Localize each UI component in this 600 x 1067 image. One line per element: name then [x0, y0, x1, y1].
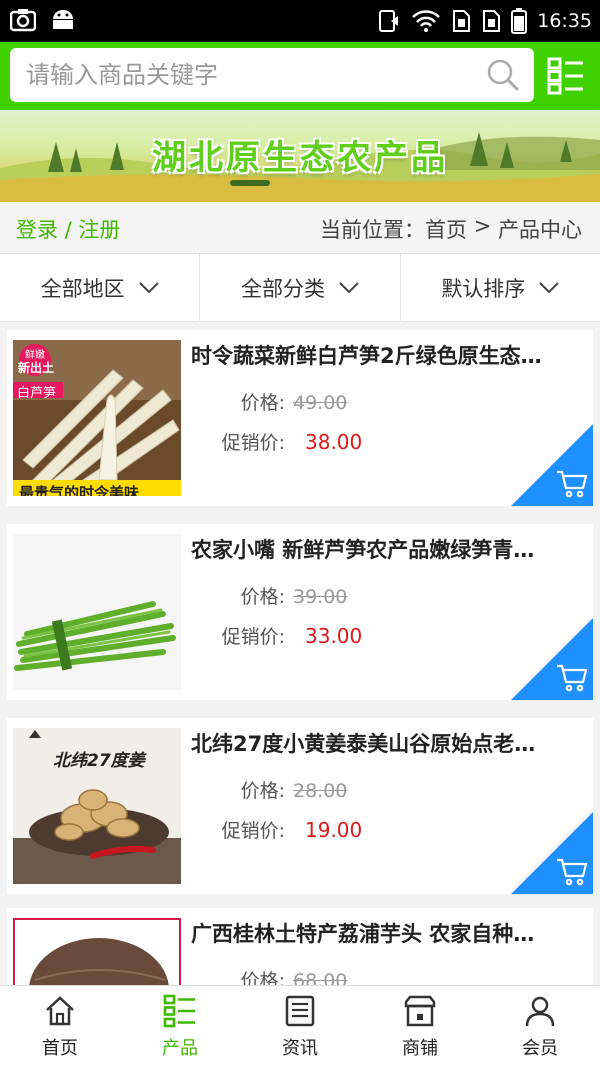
image-badge-bottom: 新出土 [18, 361, 55, 375]
promo-price: 38.00 [305, 430, 363, 454]
breadcrumb-current: 产品中心 [498, 218, 582, 242]
tab-home-label: 首页 [42, 1037, 78, 1059]
battery-icon [511, 8, 528, 34]
product-title[interactable]: 农家小嘴 新鲜芦笋农产品嫩绿笋青… [191, 534, 581, 564]
sim2-icon [483, 10, 501, 32]
price-label: 价格: [240, 586, 285, 608]
chevron-down-icon [138, 281, 159, 293]
filter-category-label: 全部分类 [240, 276, 325, 301]
search-header [0, 42, 600, 110]
breadcrumb-label: 当前位置： [320, 218, 426, 242]
original-price: 39.00 [293, 586, 348, 608]
tab-news[interactable]: 资讯 [240, 986, 360, 1067]
clock: 16:35 [537, 10, 592, 32]
filter-category[interactable]: 全部分类 [200, 254, 401, 321]
tab-home[interactable]: 首页 [0, 986, 120, 1067]
member-icon [525, 996, 555, 1026]
image-headline: 北纬27度姜 [53, 751, 145, 771]
breadcrumb: 当前位置： 首页 > 产品中心 [320, 214, 582, 244]
home-icon [46, 995, 74, 1025]
promo-price: 33.00 [305, 624, 363, 648]
filter-region-label: 全部地区 [40, 276, 125, 301]
banner[interactable]: 湖北原生态农产品 [0, 110, 600, 202]
phone-signal-icon [379, 10, 399, 32]
price-row: 价格: 39.00 [207, 582, 348, 609]
promo-label: 促销价: [221, 626, 285, 648]
promo-label: 促销价: [221, 432, 285, 454]
product-image-white-asparagus: 鲜嫩 新出土 白芦笋 最贵气的时令美味 [13, 340, 181, 496]
category-menu-icon[interactable] [546, 56, 586, 96]
news-icon [285, 995, 315, 1026]
filter-sort[interactable]: 默认排序 [401, 254, 600, 321]
location-bar: 登录 / 注册 当前位置： 首页 > 产品中心 [0, 202, 600, 254]
chevron-down-icon [339, 281, 359, 293]
search-input[interactable] [26, 48, 476, 102]
promo-price: 19.00 [305, 818, 363, 842]
original-price: 28.00 [293, 780, 348, 802]
tab-member-label: 会员 [522, 1037, 558, 1059]
login-register-link[interactable]: 登录 / 注册 [16, 214, 120, 244]
filter-bar: 全部地区 全部分类 默认排序 [0, 254, 600, 322]
status-bar: 16:35 [0, 0, 600, 42]
image-tag: 白芦笋 [17, 386, 57, 401]
product-title[interactable]: 北纬27度小黄姜泰美山谷原始点老… [191, 728, 581, 758]
price-row: 价格: 28.00 [207, 776, 348, 803]
filter-sort-label: 默认排序 [441, 276, 526, 301]
tab-shops-label: 商铺 [402, 1037, 438, 1059]
breadcrumb-separator: > [467, 214, 498, 238]
filter-region[interactable]: 全部地区 [0, 254, 201, 321]
chevron-down-icon [539, 281, 560, 293]
price-label: 价格: [240, 392, 285, 414]
search-box[interactable] [10, 48, 534, 102]
product-image-green-asparagus [13, 534, 181, 690]
original-price: 49.00 [293, 392, 348, 414]
product-card[interactable]: 鲜嫩 新出土 白芦笋 最贵气的时令美味 时令蔬菜新鲜白芦笋2斤绿色原生态… 价格… [7, 330, 593, 506]
image-caption: 最贵气的时令美味 [19, 484, 140, 496]
tab-products[interactable]: 产品 [120, 986, 240, 1067]
price-label: 价格: [240, 780, 285, 802]
screenshot-icon [10, 9, 36, 32]
product-list-icon [163, 994, 195, 1027]
android-icon [53, 10, 73, 29]
price-row: 价格: 49.00 [207, 388, 348, 415]
tab-shops[interactable]: 商铺 [360, 986, 480, 1067]
tab-products-label: 产品 [162, 1037, 198, 1059]
promo-price-row: 促销价: 38.00 [207, 428, 363, 455]
product-image-ginger: 北纬27度姜 [13, 728, 181, 884]
tab-member[interactable]: 会员 [480, 986, 600, 1067]
product-title[interactable]: 时令蔬菜新鲜白芦笋2斤绿色原生态… [191, 340, 581, 370]
product-card[interactable]: 北纬27度姜 北纬27度小黄姜泰美山谷原始点老… 价格: 28.00 促销价: … [7, 718, 593, 894]
wifi-icon [412, 10, 441, 32]
banner-title: 湖北原生态农产品 [152, 138, 448, 178]
promo-price-row: 促销价: 33.00 [207, 622, 363, 649]
product-title[interactable]: 广西桂林土特产荔浦芋头 农家自种… [191, 918, 581, 948]
promo-label: 促销价: [221, 820, 285, 842]
product-card[interactable]: 农家小嘴 新鲜芦笋农产品嫩绿笋青… 价格: 39.00 促销价: 33.00 [7, 524, 593, 700]
tab-news-label: 资讯 [282, 1037, 318, 1059]
promo-price-row: 促销价: 19.00 [207, 816, 363, 843]
add-to-cart-button[interactable] [511, 424, 593, 506]
add-to-cart-button[interactable] [511, 812, 593, 894]
search-icon[interactable] [486, 58, 520, 92]
sim1-icon [453, 10, 471, 32]
breadcrumb-home-link[interactable]: 首页 [425, 214, 467, 244]
add-to-cart-button[interactable] [511, 618, 593, 700]
bottom-tab-bar: 首页 产品 资讯 商铺 会员 [0, 985, 600, 1067]
shop-icon [404, 995, 436, 1026]
